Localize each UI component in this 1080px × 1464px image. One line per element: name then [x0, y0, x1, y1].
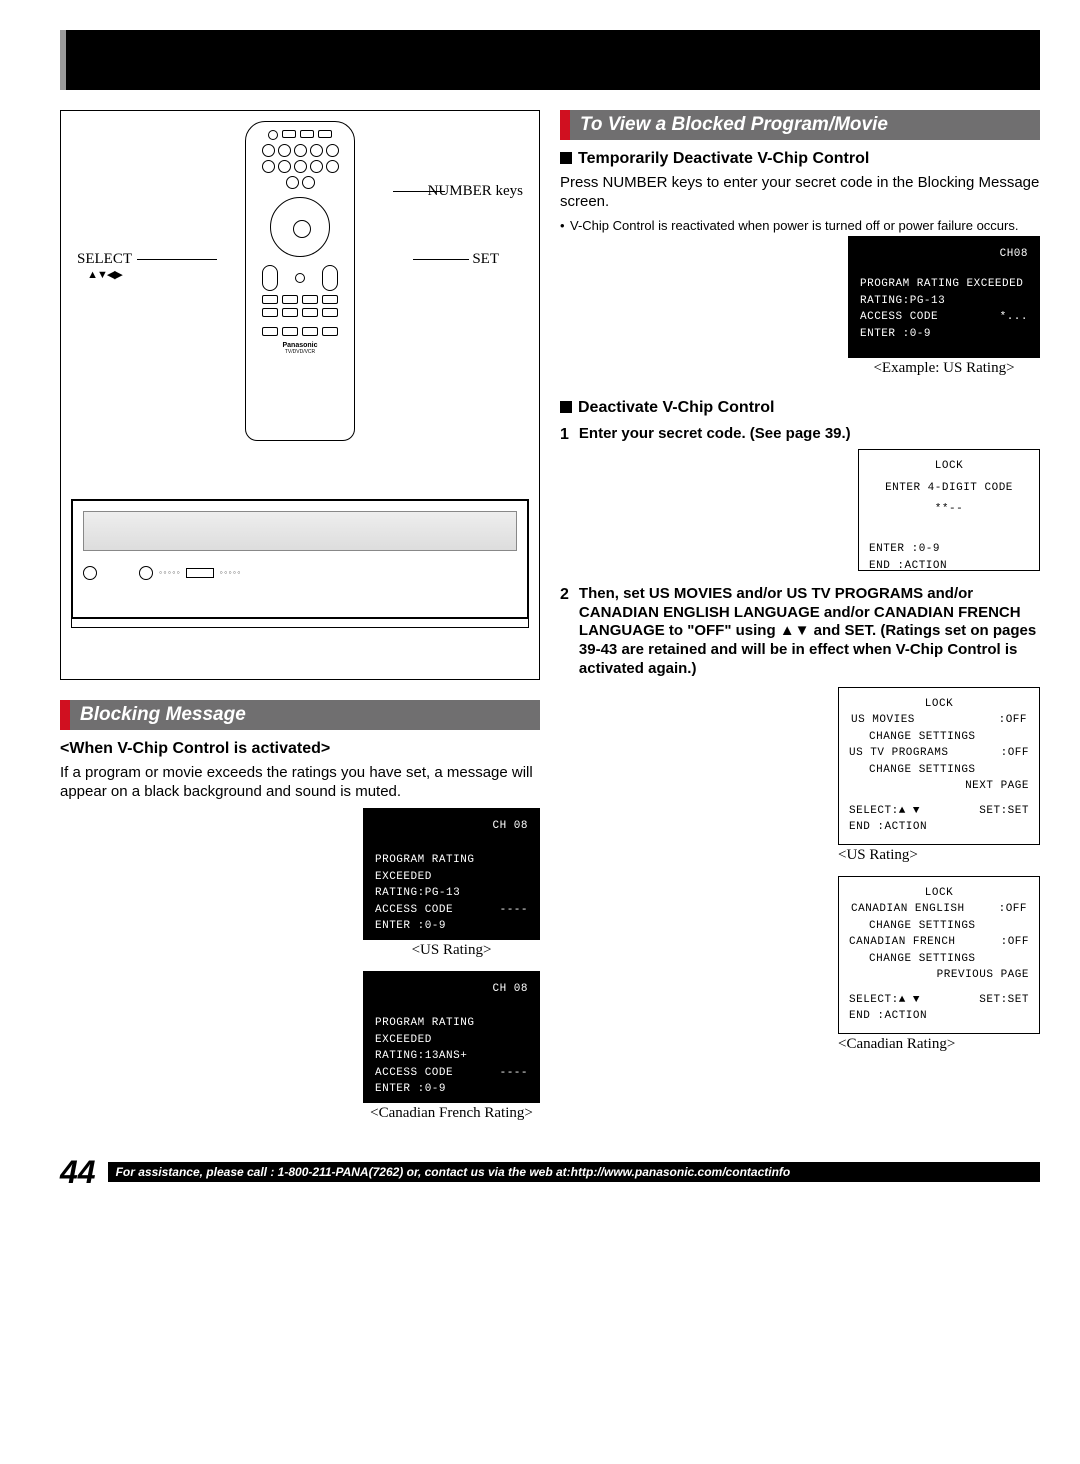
- left-column: NUMBER keys SELECT ▲▼◀▶ SET: [60, 110, 540, 1134]
- activated-heading: <When V-Chip Control is activated>: [60, 740, 540, 758]
- bullet-reactivated: •V-Chip Control is reactivated when powe…: [560, 218, 1040, 234]
- square-bullet-icon: [560, 152, 572, 164]
- section-view-blocked: To View a Blocked Program/Movie: [560, 110, 1040, 140]
- caption-can-french-rating: <Canadian French Rating>: [363, 1105, 540, 1122]
- right-column: To View a Blocked Program/Movie Temporar…: [560, 110, 1040, 1134]
- caption-us-menu: <US Rating>: [838, 847, 1040, 864]
- remote-brand: Panasonic: [246, 338, 354, 349]
- osd-lock-code: LOCK ENTER 4-DIGIT CODE **-- ENTER :0-9 …: [858, 449, 1040, 571]
- caption-example-us: <Example: US Rating>: [848, 360, 1040, 377]
- top-black-band: [60, 30, 1040, 90]
- device-unit-illustration: ○ ○ ○ ○ ○ ○ ○ ○ ○ ○: [71, 499, 529, 619]
- caption-us-rating: <US Rating>: [363, 942, 540, 959]
- callout-set: SET: [472, 251, 499, 268]
- remote-model: TV/DVD/VCR: [246, 349, 354, 355]
- heading-temp-deactivate: Temporarily Deactivate V-Chip Control: [560, 150, 1040, 168]
- step-2: 2 Then, set US MOVIES and/or US TV PROGR…: [560, 585, 1040, 679]
- body-press-number: Press NUMBER keys to enter your secret c…: [560, 174, 1040, 212]
- osd-example-us: CH08 PROGRAM RATING EXCEEDED RATING:PG-1…: [848, 236, 1040, 358]
- osd-can-french-rating: CH 08 PROGRAM RATING EXCEEDED RATING:13A…: [363, 971, 540, 1103]
- square-bullet-icon: [560, 401, 572, 413]
- remote-illustration: Panasonic TV/DVD/VCR: [245, 121, 355, 441]
- footer-assistance: For assistance, please call : 1-800-211-…: [108, 1162, 1040, 1182]
- osd-lock-can-menu: LOCK CANADIAN ENGLISH:OFF CHANGE SETTING…: [838, 876, 1040, 1034]
- page-number: 44: [60, 1154, 96, 1191]
- section-blocking-message: Blocking Message: [60, 700, 540, 730]
- page-footer: 44 For assistance, please call : 1-800-2…: [60, 1154, 1040, 1191]
- diagram-box: NUMBER keys SELECT ▲▼◀▶ SET: [60, 110, 540, 680]
- heading-deactivate: Deactivate V-Chip Control: [560, 399, 1040, 417]
- step-1: 1 Enter your secret code. (See page 39.): [560, 425, 1040, 445]
- osd-lock-us-menu: LOCK US MOVIES:OFF CHANGE SETTINGS US TV…: [838, 687, 1040, 845]
- page: NUMBER keys SELECT ▲▼◀▶ SET: [0, 30, 1080, 1191]
- osd-us-rating: CH 08 PROGRAM RATING EXCEEDED RATING:PG-…: [363, 808, 540, 940]
- caption-can-menu: <Canadian Rating>: [838, 1036, 1040, 1053]
- callout-select: SELECT ▲▼◀▶: [77, 251, 132, 281]
- blocking-body: If a program or movie exceeds the rating…: [60, 764, 540, 802]
